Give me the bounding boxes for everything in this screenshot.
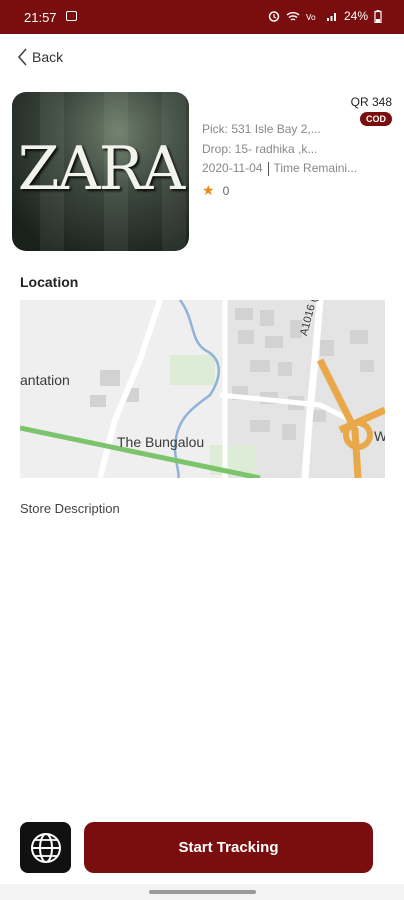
location-map[interactable]: antation The Bungalou A1016 (WE W xyxy=(20,300,385,478)
store-image: ZARA xyxy=(12,92,189,251)
volte-icon: Vo xyxy=(306,13,316,22)
home-indicator[interactable] xyxy=(149,890,256,894)
wifi-icon xyxy=(286,11,300,21)
store-description-title: Store Description xyxy=(20,501,120,516)
back-button[interactable]: Back xyxy=(16,48,63,66)
globe-icon xyxy=(30,832,61,863)
rating: ★ 0 xyxy=(202,182,229,199)
chevron-left-icon xyxy=(17,48,27,66)
map-label-plantation: antation xyxy=(20,372,70,388)
map-label-bungalow: The Bungalou xyxy=(117,434,205,450)
svg-text:Vo: Vo xyxy=(306,13,316,22)
signal-icon xyxy=(326,12,336,21)
pick-address: Pick: 531 Isle Bay 2,... xyxy=(202,122,321,136)
alarm-icon xyxy=(268,11,280,22)
store-logo: ZARA xyxy=(17,134,186,204)
language-button[interactable] xyxy=(20,822,71,873)
drop-address: Drop: 15- radhika ,k... xyxy=(202,142,318,156)
image-icon xyxy=(66,11,77,21)
order-date-row: 2020-11-04 Time Remaini... xyxy=(202,161,387,176)
divider xyxy=(267,161,269,176)
time-remaining: Time Remaini... xyxy=(273,161,358,175)
map-graphic xyxy=(20,300,385,478)
qr-code-label: QR 348 xyxy=(350,95,392,109)
start-tracking-button[interactable]: Start Tracking xyxy=(84,822,373,873)
back-label: Back xyxy=(32,49,64,65)
status-time: 21:57 xyxy=(24,10,57,25)
battery-icon xyxy=(374,9,382,23)
location-title: Location xyxy=(20,274,79,290)
order-date: 2020-11-04 xyxy=(202,161,263,175)
status-icons: Vo 24% xyxy=(268,9,382,23)
navigation-bar xyxy=(0,884,404,900)
map-label-edge: W xyxy=(374,428,385,444)
star-icon: ★ xyxy=(202,182,215,198)
status-bar: 21:57 Vo 24% xyxy=(0,0,404,34)
battery-percent: 24% xyxy=(343,9,368,23)
rating-value: 0 xyxy=(222,183,230,198)
